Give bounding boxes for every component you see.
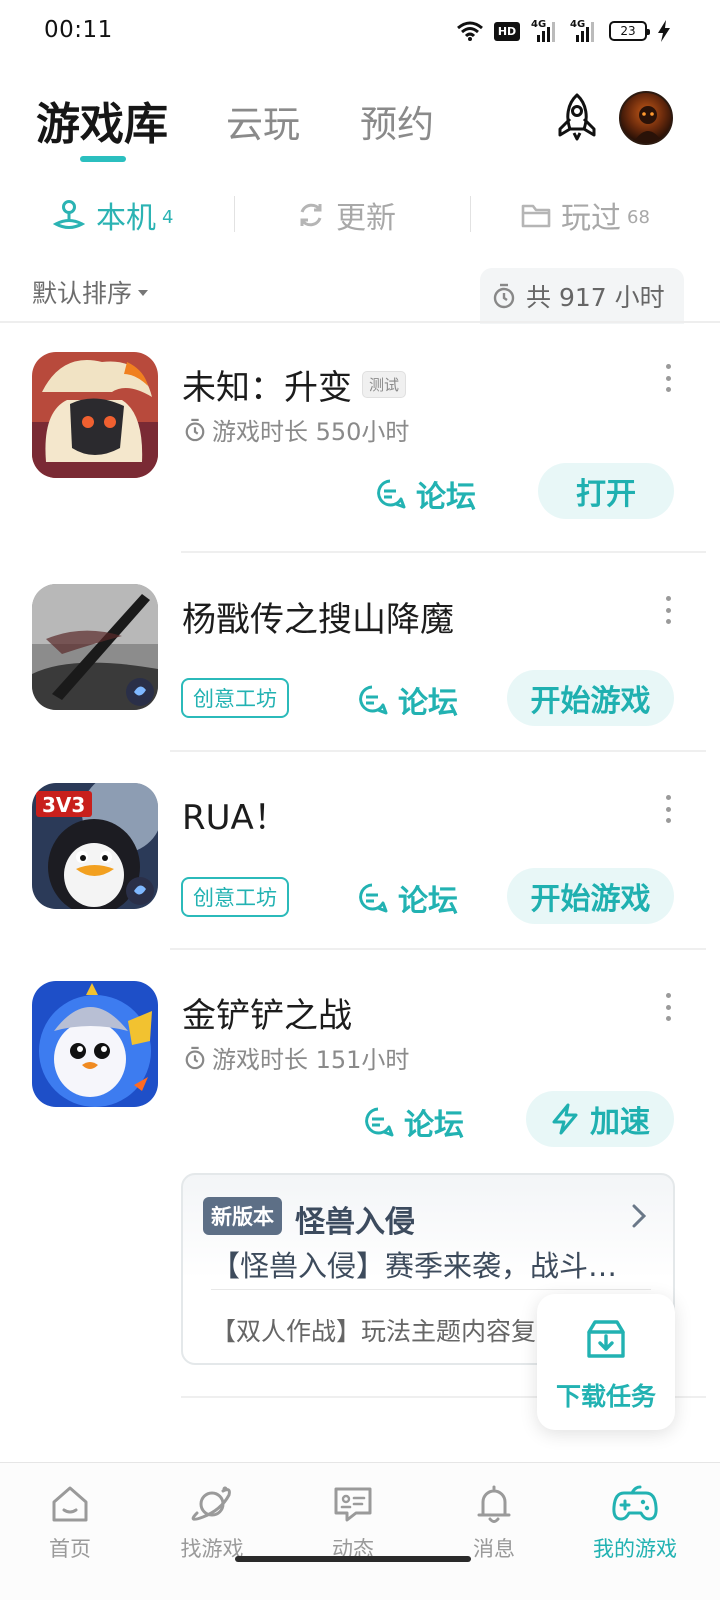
game-playtime: 游戏时长 151小时 bbox=[184, 1040, 409, 1075]
game-icon-yangjian[interactable] bbox=[32, 584, 158, 710]
tab-cloud-play[interactable]: 云玩 bbox=[226, 94, 300, 148]
bottom-navigation: 首页 找游戏 动态 消息 我的游戏 bbox=[0, 1462, 720, 1600]
forum-button[interactable]: 论坛 bbox=[374, 472, 476, 516]
svg-text:3V3: 3V3 bbox=[42, 793, 85, 817]
forum-button[interactable]: 论坛 bbox=[356, 876, 458, 920]
nav-feed[interactable]: 动态 bbox=[303, 1483, 403, 1583]
game-title[interactable]: RUA！ bbox=[182, 790, 288, 839]
library-filter-tabs: 本机 4 更新 玩过 68 bbox=[0, 190, 720, 240]
gamepad-icon bbox=[612, 1485, 658, 1521]
forum-icon bbox=[365, 1107, 394, 1137]
forum-icon bbox=[359, 685, 388, 715]
forum-icon bbox=[377, 479, 406, 509]
forum-button[interactable]: 论坛 bbox=[362, 1100, 464, 1144]
battery-icon: 23 bbox=[609, 21, 650, 41]
open-game-button[interactable]: 打开 bbox=[538, 463, 674, 519]
more-options-button[interactable] bbox=[660, 993, 676, 1021]
subtab-divider-2 bbox=[470, 196, 471, 232]
news-headline: 【怪兽入侵】赛季来袭，战斗… bbox=[211, 1249, 618, 1283]
nav-messages[interactable]: 消息 bbox=[444, 1483, 544, 1583]
accelerate-button[interactable]: 加速 bbox=[526, 1091, 674, 1147]
subtab-local[interactable]: 本机 4 bbox=[52, 190, 173, 240]
status-icons: HD 4G 4G 23 bbox=[457, 18, 670, 44]
status-bar: 00:11 HD 4G 4G 23 bbox=[0, 0, 720, 64]
local-device-icon bbox=[52, 200, 86, 229]
bell-icon bbox=[477, 1485, 511, 1523]
game-playtime: 游戏时长 550小时 bbox=[184, 412, 409, 447]
caret-down-icon bbox=[138, 290, 149, 296]
home-indicator[interactable] bbox=[235, 1556, 471, 1562]
sort-dropdown[interactable]: 默认排序 bbox=[32, 274, 149, 310]
news-subline: 【双人作战】玩法主题内容复 bbox=[211, 1317, 537, 1346]
more-options-button[interactable] bbox=[660, 596, 676, 624]
news-divider bbox=[211, 1289, 651, 1290]
list-divider bbox=[0, 321, 720, 323]
game-icon-jinchanchan[interactable] bbox=[32, 981, 158, 1107]
lightning-icon bbox=[552, 1103, 578, 1135]
message-card-icon bbox=[334, 1487, 372, 1522]
new-version-badge: 新版本 bbox=[203, 1197, 282, 1235]
stopwatch-icon bbox=[185, 1046, 205, 1069]
total-playtime-badge: 共 917 小时 bbox=[480, 268, 684, 324]
game-title[interactable]: 杨戬传之搜山降魔 bbox=[182, 592, 454, 641]
download-box-icon bbox=[587, 1320, 625, 1358]
tab-reservation[interactable]: 预约 bbox=[360, 94, 434, 148]
row-divider bbox=[170, 750, 706, 752]
hd-icon: HD bbox=[494, 21, 520, 41]
forum-button[interactable]: 论坛 bbox=[356, 678, 458, 722]
more-options-button[interactable] bbox=[660, 795, 676, 823]
row-divider bbox=[181, 551, 706, 553]
tab-game-library[interactable]: 游戏库 bbox=[36, 88, 168, 152]
game-icon-unknown-shengbian[interactable] bbox=[32, 352, 158, 478]
folder-icon bbox=[521, 204, 551, 228]
game-title[interactable]: 金铲铲之战 bbox=[182, 988, 352, 1037]
stopwatch-icon bbox=[185, 418, 205, 441]
stopwatch-icon bbox=[493, 283, 515, 309]
signal-4g-icon: 4G bbox=[531, 19, 559, 43]
nav-my-games[interactable]: 我的游戏 bbox=[585, 1483, 685, 1583]
game-title[interactable]: 未知：升变 测试 bbox=[182, 360, 407, 409]
chevron-right-icon bbox=[632, 1204, 647, 1228]
wifi-icon bbox=[457, 21, 483, 41]
user-avatar[interactable] bbox=[619, 91, 673, 145]
active-tab-indicator bbox=[80, 156, 126, 162]
home-icon bbox=[52, 1486, 88, 1522]
subtab-divider bbox=[234, 196, 235, 232]
creative-workshop-tag[interactable]: 创意工坊 bbox=[181, 678, 289, 718]
charging-icon bbox=[658, 20, 670, 42]
game-icon-rua[interactable]: 3V3 bbox=[32, 783, 158, 909]
nav-home[interactable]: 首页 bbox=[20, 1483, 120, 1583]
subtab-updates[interactable]: 更新 bbox=[296, 190, 396, 240]
planet-icon bbox=[191, 1486, 231, 1521]
news-title: 怪兽入侵 bbox=[295, 1205, 415, 1240]
start-game-button[interactable]: 开始游戏 bbox=[507, 670, 674, 726]
creative-workshop-tag[interactable]: 创意工坊 bbox=[181, 877, 289, 917]
signal-4g-icon-2: 4G bbox=[570, 19, 598, 43]
row-divider bbox=[170, 948, 706, 950]
test-tag: 测试 bbox=[362, 371, 407, 398]
nav-discover[interactable]: 找游戏 bbox=[162, 1483, 262, 1583]
download-tasks-button[interactable]: 下载任务 bbox=[537, 1294, 675, 1430]
download-tasks-label: 下载任务 bbox=[555, 1382, 656, 1411]
status-time: 00:11 bbox=[44, 17, 113, 43]
rocket-icon[interactable] bbox=[552, 92, 602, 142]
subtab-played[interactable]: 玩过 68 bbox=[521, 190, 650, 240]
refresh-icon bbox=[300, 203, 322, 227]
forum-icon bbox=[359, 883, 388, 913]
more-options-button[interactable] bbox=[660, 364, 676, 392]
start-game-button[interactable]: 开始游戏 bbox=[507, 868, 674, 924]
